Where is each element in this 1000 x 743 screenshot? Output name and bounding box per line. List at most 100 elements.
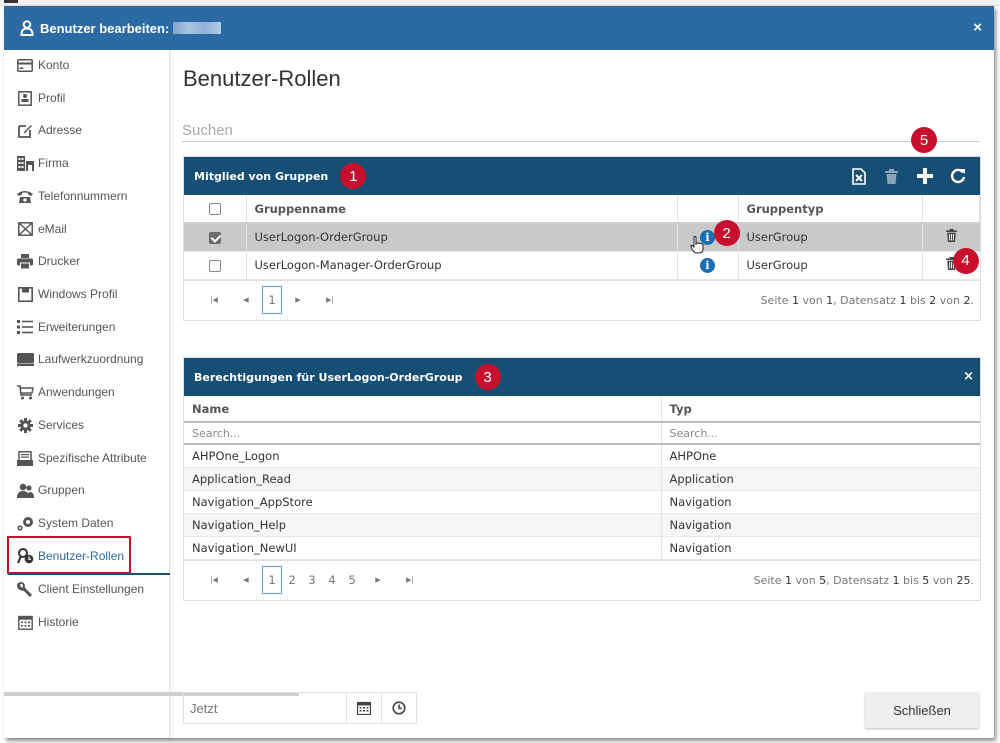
sidebar-item-label: Spezifische Attribute — [38, 451, 147, 465]
refresh-button[interactable] — [941, 157, 974, 195]
sidebar-item-windows-profil[interactable]: Windows Profil — [16, 281, 117, 307]
column-header-gruppenname[interactable]: Gruppenname — [246, 195, 678, 224]
sidebar-item-laufwerkzuordnung[interactable]: Laufwerkzuordnung — [16, 346, 143, 372]
info-icon[interactable]: i — [700, 257, 715, 273]
prev-page-button[interactable]: ◀ — [230, 296, 262, 304]
pager-info-from: 1 — [892, 573, 900, 587]
sidebar-item-spezifische-attribute[interactable]: Spezifische Attribute — [16, 445, 147, 471]
sidebar-item-email[interactable]: eMail — [16, 216, 67, 242]
sidebar-item-historie[interactable]: Historie — [16, 609, 79, 635]
sidebar-item-label: Windows Profil — [38, 287, 118, 301]
cogs-icon — [16, 515, 34, 531]
table-row[interactable]: UserLogon-OrderGroup i 2 UserGroup — [184, 220, 980, 254]
sidebar-item-benutzer-rollen[interactable]: Benutzer-Rollen — [16, 543, 124, 569]
delete-row-button[interactable] — [945, 229, 957, 245]
column-header-gruppentyp[interactable]: Gruppentyp — [738, 195, 923, 224]
excel-export-button[interactable] — [842, 157, 875, 195]
floppy-disk-icon — [16, 286, 34, 302]
redacted-username — [173, 22, 222, 34]
table-row[interactable]: Navigation_NewUI Navigation — [184, 536, 980, 560]
phone-icon — [16, 188, 34, 204]
select-all-checkbox[interactable] — [208, 203, 221, 215]
page-2-button[interactable]: 2 — [282, 566, 302, 594]
pager-info-from: 1 — [899, 293, 907, 307]
last-page-button[interactable]: ▶| — [394, 576, 426, 584]
column-header-actions — [922, 195, 980, 224]
sidebar-item-gruppen[interactable]: Gruppen — [16, 477, 85, 503]
first-page-button[interactable]: |◀ — [198, 296, 230, 304]
excel-export-icon — [851, 167, 866, 185]
callout-badge: 2 — [713, 220, 740, 246]
column-header-typ[interactable]: Typ — [661, 396, 980, 423]
prev-page-button[interactable]: ◀ — [230, 576, 262, 584]
next-page-button[interactable]: ▶ — [362, 576, 394, 584]
typ-filter-input[interactable] — [669, 427, 972, 440]
column-header-name[interactable]: Name — [184, 396, 662, 423]
pager-info-seite: Seite — [753, 573, 782, 587]
dialog-title: Benutzer bearbeiten: — [40, 20, 170, 36]
groups-panel-header: Mitglied von Gruppen 1 5 — [184, 127, 980, 195]
sidebar-item-system-daten[interactable]: System Daten — [16, 510, 113, 536]
dialog-titlebar: Benutzer bearbeiten: × — [4, 6, 994, 50]
archive-icon — [16, 450, 34, 466]
groups-panel-title: Mitglied von Gruppen — [194, 169, 329, 183]
sidebar-item-erweiterungen[interactable]: Erweiterungen — [16, 314, 115, 340]
pager-info-bis: bis — [903, 573, 919, 587]
next-page-button[interactable]: ▶ — [282, 296, 314, 304]
users-icon — [16, 482, 34, 498]
sidebar-item-label: System Daten — [38, 516, 114, 530]
pager-info-datensatz: , Datensatz — [833, 293, 896, 307]
sidebar-item-profil[interactable]: Profil — [16, 85, 65, 111]
sidebar-item-firma[interactable]: Firma — [16, 150, 69, 176]
close-button[interactable]: Schließen — [865, 692, 979, 728]
pager-info-page: 1 — [791, 293, 799, 307]
table-row[interactable]: AHPOne_Logon AHPOne — [184, 444, 980, 468]
sidebar-item-services[interactable]: Services — [16, 412, 84, 438]
page-1-button[interactable]: 1 — [262, 566, 282, 594]
table-row[interactable]: UserLogon-Manager-OrderGroup i UserGroup 4 — [184, 247, 980, 280]
table-row[interactable]: Navigation_AppStore Navigation — [184, 490, 980, 514]
credit-card-icon — [16, 57, 34, 73]
name-filter-cell — [184, 422, 662, 445]
table-row[interactable]: Application_Read Application — [184, 467, 980, 491]
sidebar-item-adresse[interactable]: Adresse — [16, 117, 82, 143]
add-group-button[interactable]: 5 — [908, 127, 941, 195]
dialog-close-button[interactable]: × — [973, 19, 982, 36]
permission-name-cell: Application_Read — [184, 467, 662, 491]
permissions-panel-title: Berechtigungen für UserLogon-OrderGroup — [194, 370, 463, 384]
page-3-button[interactable]: 3 — [302, 566, 322, 594]
permission-type-cell: Application — [661, 467, 980, 491]
date-input[interactable] — [184, 693, 346, 723]
pager-info-von1: von — [802, 293, 823, 307]
delete-selected-button[interactable] — [875, 157, 908, 195]
row-select-cell — [184, 223, 247, 252]
permissions-panel-close-button[interactable]: × — [963, 369, 974, 384]
time-button[interactable] — [381, 693, 416, 723]
first-page-button[interactable]: |◀ — [198, 576, 230, 584]
sidebar-item-drucker[interactable]: Drucker — [16, 248, 80, 274]
sidebar-item-anwendungen[interactable]: Anwendungen — [16, 379, 115, 405]
wrench-icon — [16, 581, 34, 597]
sidebar-item-telefonnummern[interactable]: Telefonnummern — [16, 183, 127, 209]
pager-info-bis: bis — [910, 293, 926, 307]
last-page-button[interactable]: ▶| — [314, 296, 346, 304]
calendar-button[interactable] — [346, 693, 381, 723]
row-checkbox[interactable] — [208, 231, 221, 244]
sidebar-item-label: Firma — [38, 156, 69, 170]
column-header-info — [677, 195, 739, 224]
sidebar-item-konto[interactable]: Konto — [16, 52, 69, 78]
page-5-button[interactable]: 5 — [342, 566, 362, 594]
tab-indicator — [4, 0, 18, 3]
permission-type-cell: Navigation — [661, 513, 980, 537]
permissions-table: Name Typ AHPOne_LogonAHPOneApplication_R… — [184, 396, 980, 560]
sidebar-item-client-einstellungen[interactable]: Client Einstellungen — [16, 576, 144, 602]
page-1-button[interactable]: 1 — [262, 286, 282, 314]
permission-type-cell: Navigation — [661, 536, 980, 560]
table-row[interactable]: Navigation_Help Navigation — [184, 513, 980, 537]
row-checkbox[interactable] — [208, 259, 221, 272]
groups-pager: |◀ ◀ 1 ▶ ▶| Seite 1 von 1, Datensatz 1 bis 2 … — [184, 279, 980, 320]
name-filter-input[interactable] — [192, 427, 653, 440]
refresh-icon — [950, 168, 965, 184]
page-4-button[interactable]: 4 — [322, 566, 342, 594]
search-input[interactable] — [182, 120, 980, 142]
